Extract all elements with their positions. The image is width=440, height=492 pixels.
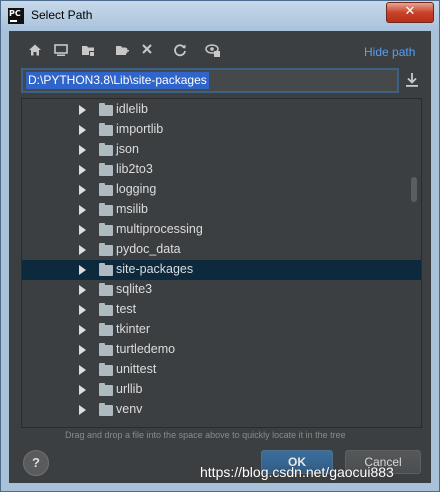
expand-arrow-icon[interactable]: [79, 225, 86, 235]
folder-icon: [99, 163, 113, 176]
tree-item[interactable]: urllib: [22, 380, 421, 400]
folder-icon: [99, 263, 113, 276]
tree-item-label: multiprocessing: [116, 222, 203, 236]
expand-arrow-icon[interactable]: [79, 165, 86, 175]
tree-item-label: turtledemo: [116, 342, 176, 356]
directory-tree[interactable]: venv urllib unittest turtledemo tkinter test s…: [21, 98, 422, 428]
tree-item[interactable]: pydoc_data: [22, 240, 421, 260]
folder-icon: [99, 403, 113, 416]
select-path-dialog: PC Select Path ✕ Hide path D:\PYTHON3.8\…: [0, 0, 440, 492]
tree-item-label: msilib: [116, 202, 148, 216]
expand-arrow-icon[interactable]: [79, 385, 86, 395]
folder-icon: [99, 363, 113, 376]
expand-arrow-icon[interactable]: [79, 265, 86, 275]
expand-arrow-icon[interactable]: [79, 205, 86, 215]
tree-item[interactable]: lib2to3: [22, 160, 421, 180]
dialog-title: Select Path: [31, 8, 93, 22]
expand-arrow-icon[interactable]: [79, 145, 86, 155]
folder-icon: [99, 243, 113, 256]
expand-arrow-icon[interactable]: [79, 285, 86, 295]
home-icon[interactable]: [26, 43, 44, 61]
tree-item-label: lib2to3: [116, 162, 153, 176]
watermark: https://blog.csdn.net/gaocui883: [200, 464, 394, 480]
desktop-icon[interactable]: [52, 43, 70, 61]
tree-item[interactable]: tkinter: [22, 320, 421, 340]
tree-item-label: importlib: [116, 122, 164, 136]
dialog-content: Hide path D:\PYTHON3.8\Lib\site-packages…: [9, 31, 431, 483]
tree-item[interactable]: venv: [22, 400, 421, 420]
expand-arrow-icon[interactable]: [79, 125, 86, 135]
close-button[interactable]: ✕: [386, 2, 434, 23]
tree-item-label: json: [116, 142, 139, 156]
tree-item[interactable]: importlib: [22, 120, 421, 140]
tree-item-label: idlelib: [116, 102, 148, 116]
expand-arrow-icon[interactable]: [79, 345, 86, 355]
tree-item[interactable]: turtledemo: [22, 340, 421, 360]
folder-icon: [99, 283, 113, 296]
help-button[interactable]: ?: [23, 450, 49, 476]
expand-arrow-icon[interactable]: [79, 245, 86, 255]
delete-icon[interactable]: [138, 43, 156, 61]
folder-icon: [99, 183, 113, 196]
tree-item-label: urllib: [116, 382, 143, 396]
expand-arrow-icon[interactable]: [79, 305, 86, 315]
tree-item-label: site-packages: [116, 262, 194, 276]
expand-arrow-icon[interactable]: [79, 325, 86, 335]
folder-icon: [99, 123, 113, 136]
download-icon[interactable]: [404, 72, 420, 90]
folder-icon: [99, 223, 113, 236]
path-input[interactable]: D:\PYTHON3.8\Lib\site-packages: [26, 72, 209, 89]
new-folder-icon[interactable]: [113, 43, 131, 61]
tree-item[interactable]: test: [22, 300, 421, 320]
refresh-icon[interactable]: [171, 43, 189, 61]
tree-item[interactable]: msilib: [22, 200, 421, 220]
folder-icon: [99, 143, 113, 156]
pycharm-logo-icon: PC: [8, 8, 24, 24]
tree-item-label: tkinter: [116, 322, 151, 336]
tree-scrollbar[interactable]: [411, 177, 417, 202]
folder-icon: [99, 103, 113, 116]
tree-item-label: logging: [116, 182, 157, 196]
tree-item-label: test: [116, 302, 137, 316]
folder-icon: [99, 303, 113, 316]
tree-item[interactable]: multiprocessing: [22, 220, 421, 240]
hide-path-link[interactable]: Hide path: [364, 45, 415, 59]
folder-icon: [99, 343, 113, 356]
tree-item-label: unittest: [116, 362, 157, 376]
folder-icon: [99, 203, 113, 216]
project-icon[interactable]: [79, 43, 97, 61]
folder-icon: [99, 383, 113, 396]
title-bar[interactable]: PC Select Path ✕: [1, 1, 439, 31]
tree-item-label: venv: [116, 402, 143, 416]
path-field[interactable]: D:\PYTHON3.8\Lib\site-packages: [21, 68, 399, 93]
tree-item[interactable]: json: [22, 140, 421, 160]
tree-item[interactable]: site-packages: [22, 260, 421, 280]
expand-arrow-icon[interactable]: [79, 105, 86, 115]
tree-item-label: pydoc_data: [116, 242, 181, 256]
tree-item[interactable]: unittest: [22, 360, 421, 380]
expand-arrow-icon[interactable]: [79, 185, 86, 195]
tree-item-label: sqlite3: [116, 282, 153, 296]
expand-arrow-icon[interactable]: [79, 365, 86, 375]
expand-arrow-icon[interactable]: [79, 405, 86, 415]
folder-icon: [99, 323, 113, 336]
drag-drop-hint: Drag and drop a file into the space abov…: [65, 430, 346, 440]
show-hidden-icon[interactable]: [204, 43, 222, 61]
tree-item[interactable]: idlelib: [22, 100, 421, 120]
tree-item[interactable]: logging: [22, 180, 421, 200]
tree-item[interactable]: sqlite3: [22, 280, 421, 300]
